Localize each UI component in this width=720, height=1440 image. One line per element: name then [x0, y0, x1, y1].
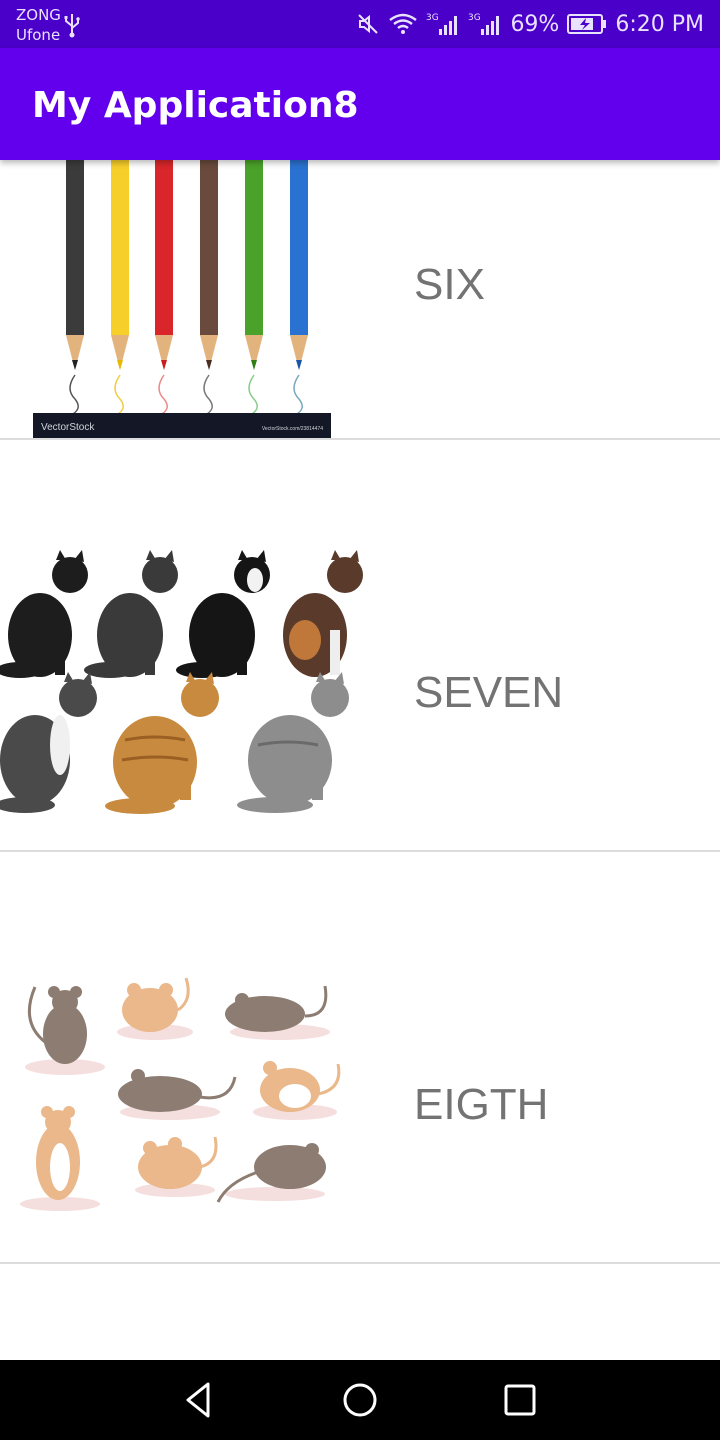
carrier-2: Ufone	[16, 26, 61, 44]
navigation-bar	[0, 1360, 720, 1440]
item-list[interactable]: VectorStock VectorStock.com/23814474 SIX	[0, 160, 720, 1360]
signal-2-label: 3G	[468, 13, 481, 23]
wifi-icon	[389, 13, 418, 34]
usb-icon	[64, 14, 80, 38]
item-label: EIGTH	[414, 1080, 549, 1129]
recents-icon[interactable]	[498, 1378, 542, 1422]
signal-1-label: 3G	[426, 13, 439, 23]
signal-icon: 3G	[468, 13, 500, 35]
home-icon[interactable]	[338, 1378, 382, 1422]
list-item[interactable]: VectorStock VectorStock.com/23814474 SIX	[0, 160, 720, 440]
battery-percent: 69%	[510, 11, 560, 37]
clock: 6:20 PM	[615, 11, 704, 37]
item-label: SEVEN	[414, 668, 564, 717]
mute-icon	[358, 14, 379, 34]
colored-pencils-image: VectorStock VectorStock.com/23814474	[33, 160, 331, 438]
item-label: SIX	[414, 260, 485, 309]
list-item[interactable]: EIGTH	[0, 852, 720, 1264]
vectorstock-watermark: VectorStock	[41, 422, 95, 433]
list-item[interactable]: SEVEN	[0, 440, 720, 852]
status-bar: ZONG Ufone 3G 3G 69% 6:20 PM	[0, 0, 720, 48]
mice-image	[10, 972, 360, 1212]
signal-icon: 3G	[426, 13, 458, 35]
app-bar: My Application8	[0, 48, 720, 160]
vectorstock-url: VectorStock.com/23814474	[262, 426, 323, 432]
app-title: My Application8	[32, 85, 359, 126]
battery-charging-icon	[567, 14, 607, 34]
cats-image	[0, 550, 372, 820]
carrier-info: ZONG Ufone	[16, 5, 61, 45]
carrier-1: ZONG	[16, 6, 61, 24]
back-icon[interactable]	[178, 1378, 222, 1422]
status-icons: 3G 3G 69% 6:20 PM	[356, 0, 704, 48]
